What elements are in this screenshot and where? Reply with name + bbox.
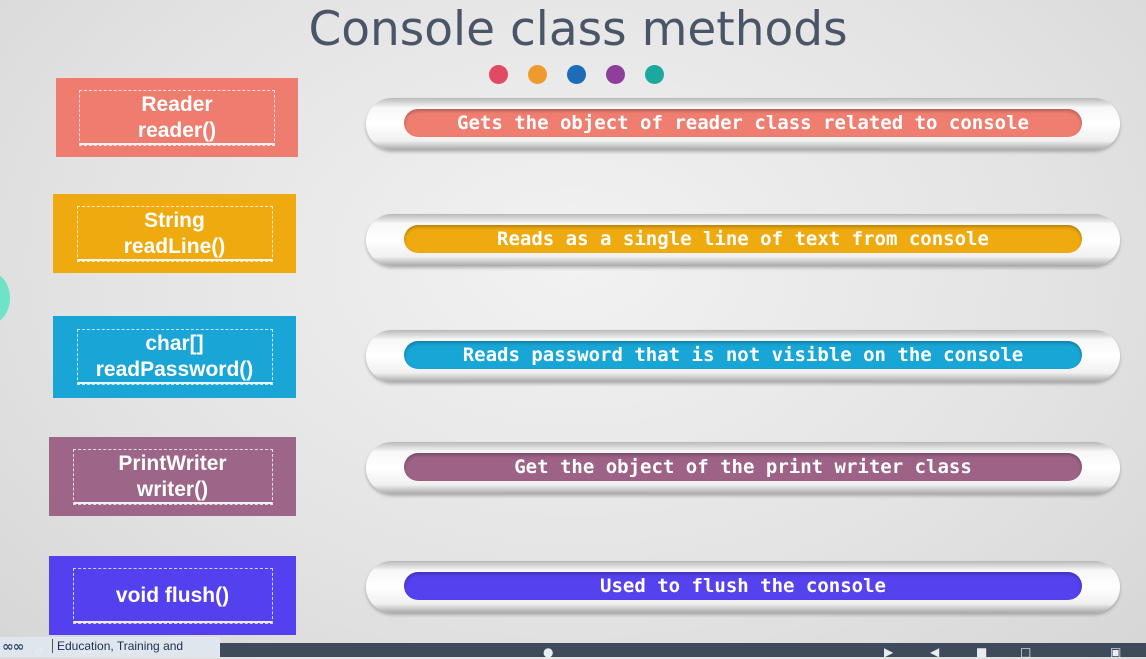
dot-1 (489, 65, 508, 84)
method-signature: String readLine() (76, 205, 273, 262)
return-type: char[] (145, 332, 204, 355)
method-box-readpassword: char[] readPassword() (53, 316, 296, 398)
dot-3 (567, 65, 586, 84)
method-box-readline: String readLine() (53, 194, 296, 273)
method-name: writer() (136, 477, 209, 501)
description-pill-reader: Gets the object of reader class related … (366, 98, 1120, 150)
undo-icon[interactable]: ↩ (82, 646, 92, 658)
volume-icon[interactable]: ▶ (884, 646, 893, 658)
return-type: PrintWriter (118, 451, 227, 475)
dot-4 (606, 65, 625, 84)
method-signature: Reader reader() (79, 89, 275, 146)
page-title: Console class methods (308, 2, 848, 57)
method-signature: PrintWriter writer() (72, 448, 273, 505)
description-bar: Gets the object of reader class related … (404, 109, 1082, 137)
method-signature: char[] readPassword() (76, 329, 273, 385)
captions-icon[interactable]: ■ (976, 646, 987, 658)
method-box-reader: Reader reader() (56, 78, 298, 157)
logo-caption: Education, Training and (52, 639, 183, 653)
method-box-writer: PrintWriter writer() (49, 437, 296, 516)
return-type: Reader (141, 92, 213, 116)
description-pill-readpassword: Reads password that is not visible on th… (366, 330, 1120, 382)
speaker-icon[interactable]: ◀ (930, 646, 939, 658)
brand-logo-icon: ∞∞ (2, 639, 24, 655)
description-bar: Get the object of the print writer class (404, 453, 1082, 481)
side-circle-icon[interactable] (0, 272, 10, 324)
description-pill-readline: Reads as a single line of text from cons… (366, 214, 1120, 266)
method-name: readPassword() (95, 358, 254, 381)
method-name: readLine() (123, 234, 226, 258)
description-bar: Reads as a single line of text from cons… (404, 225, 1082, 253)
description-bar: Used to flush the console (404, 572, 1082, 600)
return-type: String (144, 208, 205, 232)
pointer-icon[interactable]: ● (543, 646, 553, 658)
method-signature: void flush() (72, 567, 273, 624)
description-bar: Reads password that is not visible on th… (404, 341, 1082, 369)
dot-2 (528, 65, 547, 84)
description-pill-writer: Get the object of the print writer class (366, 442, 1120, 494)
decorative-dots (489, 65, 664, 84)
fullscreen-icon[interactable]: ▣ (1110, 646, 1121, 658)
method-box-flush: void flush() (49, 556, 296, 635)
redo-icon[interactable]: ↪ (122, 646, 132, 658)
method-name: reader() (137, 118, 217, 142)
dot-5 (645, 65, 664, 84)
description-pill-flush: Used to flush the console (366, 561, 1120, 613)
screen-icon[interactable]: □ (1020, 646, 1031, 658)
back-icon[interactable]: ↺ (34, 646, 44, 658)
method-name: void flush() (115, 583, 230, 607)
